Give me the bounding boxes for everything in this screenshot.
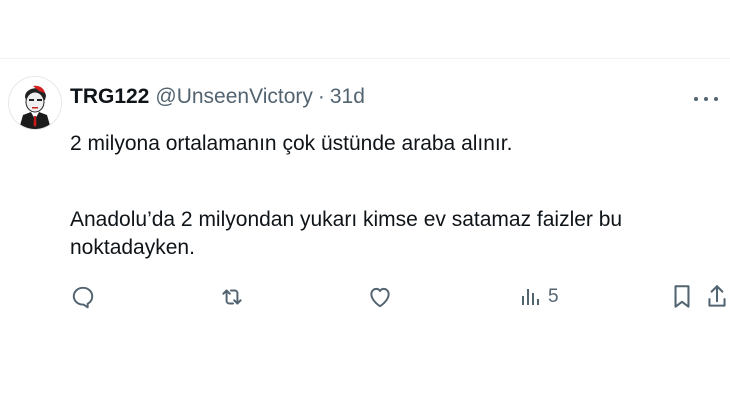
share-icon [708,285,726,307]
tweet-header: TRG122 @UnseenVictory · 31d [70,84,365,110]
reply-button[interactable] [70,280,96,314]
display-name[interactable]: TRG122 [70,84,149,110]
more-horizontal-icon[interactable] [694,94,718,104]
retweet-icon [222,289,242,305]
action-bar: 5 [0,280,730,314]
tweet-paragraph-1: 2 milyona ortalamanın çok üstünde araba … [70,132,513,155]
views-bar-chart-icon [522,289,539,305]
tweet-paragraph-2: Anadolu’da 2 milyondan yukarı kimse ev s… [70,208,623,259]
like-button[interactable] [367,280,393,314]
views-count: 5 [548,286,559,307]
reply-icon [72,286,94,309]
avatar[interactable] [8,76,62,130]
retweet-button[interactable] [218,280,246,314]
separator-dot: · [317,85,325,108]
share-button[interactable] [706,280,728,314]
bookmark-icon [674,285,690,308]
bookmark-button[interactable] [671,280,693,314]
timestamp[interactable]: 31d [330,84,365,110]
views-button[interactable]: 5 [518,280,559,314]
heart-icon [370,287,390,308]
user-handle[interactable]: @UnseenVictory [155,84,313,110]
tweet-text: 2 milyona ortalamanın çok üstünde araba … [70,130,720,262]
